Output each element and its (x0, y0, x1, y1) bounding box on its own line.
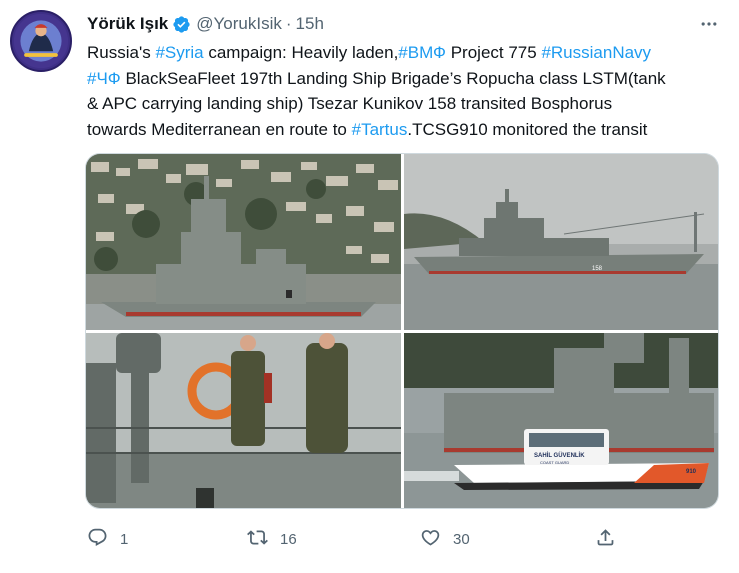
retweet-button[interactable]: 16 (247, 526, 297, 552)
tweet-text-segment: Project 775 (446, 43, 542, 62)
retweet-count: 16 (280, 530, 297, 548)
tweet-text-segment: .TCSG910 monitored the transit (407, 119, 648, 139)
boat-label: SAHİL GÜVENLİK (534, 452, 585, 459)
photo-ship-bridge-background[interactable]: 158 (404, 154, 718, 330)
tweet-actions: 1 16 30 (85, 526, 625, 552)
tweet-text-line: Russia's #Syria campaign: Heavily laden,… (87, 40, 727, 66)
verified-badge-icon (172, 15, 191, 34)
avatar[interactable] (10, 10, 72, 72)
hashtag-link[interactable]: #ЧФ (87, 69, 121, 88)
tweet-text-segment: Russia's (87, 43, 156, 62)
boat-number: 910 (686, 469, 697, 475)
like-icon (420, 527, 441, 552)
hashtag-link[interactable]: #RussianNavy (541, 43, 651, 62)
tweet-text-segment: towards Mediterranean en route to (87, 119, 352, 139)
tweet-text-line: & APC carrying landing ship) Tsezar Kuni… (87, 91, 727, 117)
reply-button[interactable]: 1 (87, 526, 128, 552)
tweet-text-segment: campaign: Heavily laden, (203, 43, 399, 62)
tweet: Yörük Işık @YorukIsik · 15h Russia's #Sy… (0, 0, 739, 573)
tweet-header: Yörük Işık @YorukIsik · 15h (87, 13, 324, 35)
display-name[interactable]: Yörük Işık (87, 14, 168, 34)
avatar-image (13, 13, 69, 69)
reply-icon (87, 527, 108, 552)
tweet-text-segment: & APC carrying landing ship) Tsezar Kuni… (87, 94, 613, 113)
timestamp[interactable]: 15h (296, 14, 324, 34)
media-grid: 158 SAHİL GÜVENLİK COAST GUARD 910 (85, 153, 719, 509)
boat-sub-label: COAST GUARD (540, 460, 569, 465)
like-button[interactable]: 30 (420, 526, 470, 552)
more-options-icon[interactable] (697, 13, 721, 35)
separator-dot: · (285, 14, 292, 33)
user-handle[interactable]: @YorukIsik (196, 14, 282, 34)
like-count: 30 (453, 530, 470, 548)
tweet-text-line: towards Mediterranean en route to #Tartu… (87, 117, 727, 143)
photo-ship-city-background[interactable] (86, 154, 401, 330)
tweet-text-segment: BlackSeaFleet 197th Landing Ship Brigade… (120, 68, 666, 88)
retweet-icon (247, 527, 268, 552)
reply-count: 1 (120, 530, 129, 548)
tweet-text-line: #ЧФ BlackSeaFleet 197th Landing Ship Bri… (87, 66, 727, 92)
photo-coast-guard-boat[interactable]: SAHİL GÜVENLİK COAST GUARD 910 (404, 333, 718, 508)
hashtag-link[interactable]: #Tartus (352, 120, 408, 139)
hashtag-link[interactable]: #ВМФ (398, 43, 446, 62)
hull-number: 158 (592, 266, 603, 272)
share-icon (595, 527, 616, 552)
hashtag-link[interactable]: #Syria (155, 43, 203, 62)
share-button[interactable] (595, 526, 616, 552)
tweet-text: Russia's #Syria campaign: Heavily laden,… (87, 40, 727, 142)
photo-sailors-on-deck[interactable] (86, 333, 401, 508)
